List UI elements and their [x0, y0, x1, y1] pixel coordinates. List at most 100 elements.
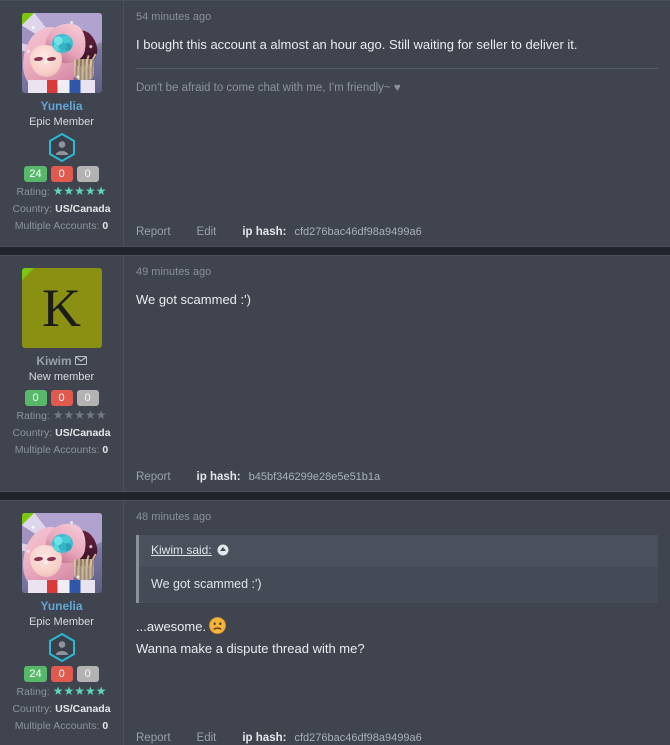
online-indicator-icon — [21, 268, 34, 280]
ip-hash-label: ip hash: — [196, 471, 241, 483]
post-signature: Don't be afraid to come chat with me, I'… — [136, 82, 401, 94]
ip-hash-value: cfd276bac46df98a9499a6 — [294, 732, 422, 744]
quote-text: We got scammed :') — [151, 577, 262, 591]
username-link[interactable]: Yunelia — [6, 599, 117, 614]
user-title: New member — [28, 371, 95, 384]
edit-link[interactable]: Edit — [197, 732, 217, 744]
avatar[interactable] — [21, 13, 102, 93]
ip-hash-value: cfd276bac46df98a9499a6 — [294, 226, 422, 238]
forum-thread-page: Yunelia Epic Member 24 0 0 Rating: ★★★★★ … — [0, 0, 670, 745]
signature-divider — [136, 68, 658, 69]
ip-hash-label: ip hash: — [242, 226, 287, 238]
country-value: US/Canada — [55, 203, 111, 215]
positive-rep-badge[interactable]: 24 — [24, 166, 47, 182]
multiple-accounts-row: Multiple Accounts: 0 — [6, 719, 117, 734]
post-footer: Report ip hash: b45bf346299e28e5e51b1a — [136, 467, 658, 483]
post-timestamp[interactable]: 54 minutes ago — [136, 10, 658, 24]
rating-row: Rating: ★★★★★ — [6, 184, 117, 200]
country-row: Country: US/Canada — [6, 426, 117, 441]
rating-row: Rating: ★★★★★ — [6, 684, 117, 700]
post-message-text-2: Wanna make a dispute thread with me? — [136, 641, 365, 656]
positive-rep-badge[interactable]: 0 — [24, 390, 47, 407]
multiple-accounts-value: 0 — [102, 720, 109, 732]
multiple-accounts-row: Multiple Accounts: 0 — [6, 443, 117, 458]
online-indicator-icon — [21, 13, 34, 25]
country-label: Country: — [12, 203, 53, 215]
post-user-panel: Yunelia Epic Member 24 0 0 Rating: ★★★★★ … — [0, 501, 124, 745]
post-footer: Report Edit ip hash: cfd276bac46df98a949… — [136, 222, 658, 238]
user-title: Epic Member — [29, 616, 94, 628]
multiple-accounts-value: 0 — [102, 220, 109, 232]
member-badge-icon — [48, 132, 75, 163]
post-footer: Report Edit ip hash: cfd276bac46df98a949… — [136, 728, 658, 744]
multiple-accounts-value: 0 — [102, 444, 109, 457]
country-row: Country: US/Canada — [6, 702, 117, 717]
quote-header: Kiwim said: — [139, 535, 658, 567]
post-item: K Kiwim New member 0 0 0 Rating: ★★★★★ Co… — [0, 255, 670, 492]
post-message: Kiwim said: We got scammed :') ...awesom… — [136, 535, 658, 728]
avatar-image — [21, 13, 102, 93]
post-message-text-part1: ...awesome. — [136, 619, 207, 634]
avatar[interactable] — [21, 513, 102, 593]
username-text: Kiwim — [36, 354, 72, 368]
rating-label: Rating: — [16, 186, 50, 198]
ip-hash-label: ip hash: — [242, 732, 287, 744]
multiple-accounts-label: Multiple Accounts: — [14, 220, 100, 232]
username-link[interactable]: Kiwim — [6, 354, 117, 369]
post-message-text: ...awesome. — [136, 617, 658, 636]
post-timestamp[interactable]: 49 minutes ago — [136, 265, 658, 279]
neutral-rep-badge[interactable]: 0 — [76, 666, 99, 682]
quote-author-link[interactable]: Kiwim said: — [151, 543, 212, 557]
user-title: Epic Member — [29, 116, 94, 128]
rating-label: Rating: — [16, 686, 50, 698]
rating-stars-icon: ★★★★★ — [52, 684, 107, 698]
country-value: US/Canada — [55, 427, 111, 440]
rating-row: Rating: ★★★★★ — [6, 408, 117, 424]
report-link[interactable]: Report — [136, 471, 171, 483]
post-item: Yunelia Epic Member 24 0 0 Rating: ★★★★★ … — [0, 500, 670, 745]
post-content: 49 minutes ago We got scammed :') Report… — [124, 256, 670, 491]
post-timestamp[interactable]: 48 minutes ago — [136, 510, 658, 524]
post-item: Yunelia Epic Member 24 0 0 Rating: ★★★★★ … — [0, 0, 670, 247]
post-content: 54 minutes ago I bought this account a a… — [124, 1, 670, 246]
rating-stars-icon: ★★★★★ — [52, 408, 107, 423]
member-badge-icon — [48, 632, 75, 663]
post-message: I bought this account a almost an hour a… — [136, 35, 658, 222]
positive-rep-badge[interactable]: 24 — [24, 666, 47, 682]
jump-to-post-icon[interactable] — [217, 543, 229, 562]
quote-block: Kiwim said: We got scammed :') — [136, 535, 658, 603]
multiple-accounts-label: Multiple Accounts: — [14, 444, 100, 457]
reputation-badges: 0 0 0 — [6, 390, 117, 407]
post-user-panel: Yunelia Epic Member 24 0 0 Rating: ★★★★★ … — [0, 1, 124, 246]
report-link[interactable]: Report — [136, 226, 171, 238]
avatar-letter: K — [21, 268, 102, 348]
username-link[interactable]: Yunelia — [6, 99, 117, 114]
neutral-rep-badge[interactable]: 0 — [76, 390, 99, 407]
post-message-text: I bought this account a almost an hour a… — [136, 37, 578, 52]
ip-hash-value: b45bf346299e28e5e51b1a — [248, 471, 381, 483]
country-label: Country: — [12, 703, 53, 715]
edit-link[interactable]: Edit — [197, 226, 217, 238]
rating-stars-icon: ★★★★★ — [52, 184, 107, 198]
post-content: 48 minutes ago Kiwim said: We got scamme… — [124, 501, 670, 745]
reputation-badges: 24 0 0 — [6, 166, 117, 182]
negative-rep-badge[interactable]: 0 — [50, 166, 73, 182]
envelope-icon[interactable] — [74, 354, 87, 369]
reputation-badges: 24 0 0 — [6, 666, 117, 682]
multiple-accounts-label: Multiple Accounts: — [14, 720, 100, 732]
multiple-accounts-row: Multiple Accounts: 0 — [6, 219, 117, 234]
report-link[interactable]: Report — [136, 732, 171, 744]
rating-label: Rating: — [16, 410, 50, 423]
country-value: US/Canada — [55, 703, 111, 715]
avatar[interactable]: K — [21, 268, 102, 348]
post-message: We got scammed :') — [136, 290, 658, 467]
confused-emoji-icon — [209, 617, 226, 634]
online-indicator-icon — [21, 513, 34, 525]
post-user-panel: K Kiwim New member 0 0 0 Rating: ★★★★★ Co… — [0, 256, 124, 491]
negative-rep-badge[interactable]: 0 — [50, 666, 73, 682]
negative-rep-badge[interactable]: 0 — [50, 390, 73, 407]
country-label: Country: — [12, 427, 53, 440]
country-row: Country: US/Canada — [6, 202, 117, 217]
post-message-text: We got scammed :') — [136, 292, 251, 307]
neutral-rep-badge[interactable]: 0 — [76, 166, 99, 182]
